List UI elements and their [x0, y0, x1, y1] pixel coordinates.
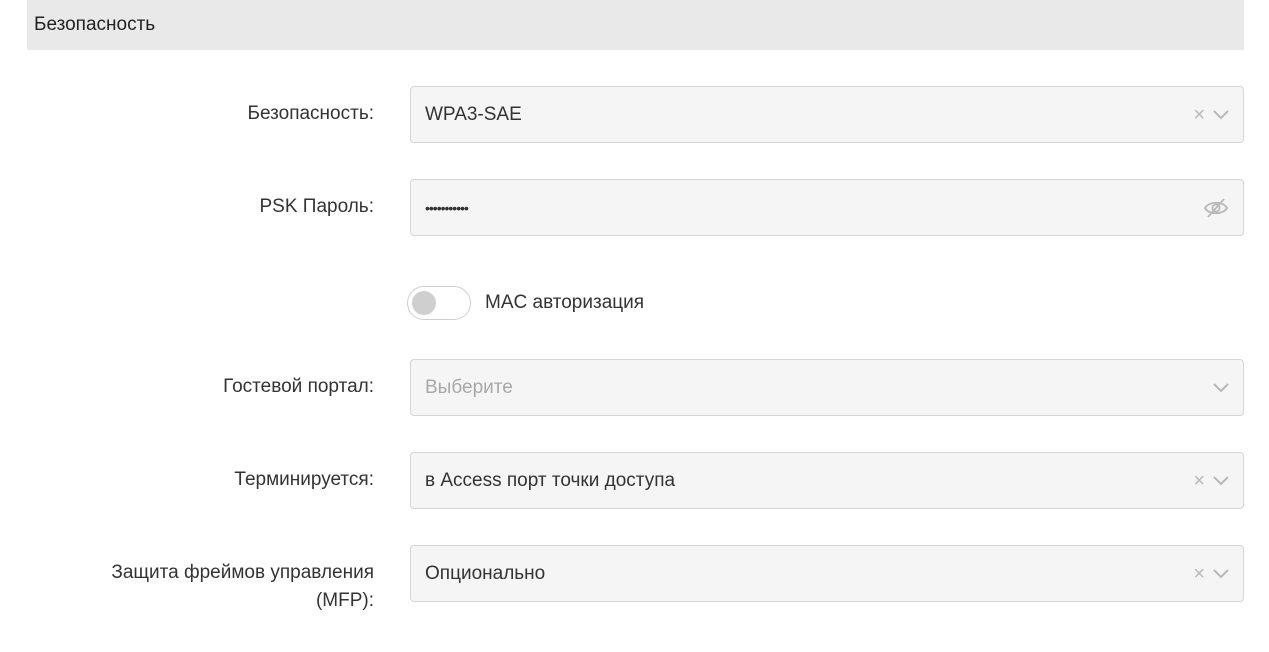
security-value: WPA3-SAE: [425, 103, 522, 125]
chevron-down-icon[interactable]: [1213, 109, 1229, 120]
mfp-row: Защита фреймов управления (MFP): Опциона…: [0, 545, 1269, 611]
clear-icon[interactable]: ×: [1193, 564, 1205, 584]
terminated-select[interactable]: в Access порт точки доступа ×: [410, 452, 1244, 509]
mfp-label: Защита фреймов управления (MFP):: [34, 559, 374, 615]
eye-off-icon[interactable]: [1203, 197, 1229, 219]
mfp-label-line2: (MFP):: [315, 590, 374, 611]
chevron-down-icon[interactable]: [1213, 568, 1229, 579]
terminated-label: Терминируется:: [234, 469, 374, 490]
clear-icon[interactable]: ×: [1193, 471, 1205, 491]
toggle-knob: [412, 291, 436, 315]
chevron-down-icon[interactable]: [1213, 382, 1229, 393]
psk-password-row: PSK Пароль: •••••••••••: [0, 179, 1269, 236]
clear-icon[interactable]: ×: [1193, 105, 1205, 125]
psk-password-input[interactable]: •••••••••••: [410, 179, 1244, 236]
chevron-down-icon[interactable]: [1213, 475, 1229, 486]
guest-portal-label: Гостевой портал:: [223, 376, 374, 397]
mac-auth-toggle[interactable]: [407, 286, 471, 320]
mfp-value: Опционально: [425, 562, 546, 584]
security-label: Безопасность:: [247, 103, 374, 124]
mac-auth-label: MAC авторизация: [485, 292, 645, 313]
terminated-value: в Access порт точки доступа: [425, 469, 676, 491]
psk-password-value: •••••••••••: [425, 199, 469, 216]
psk-password-label: PSK Пароль:: [259, 196, 374, 217]
security-row: Безопасность: WPA3-SAE ×: [0, 86, 1269, 143]
guest-portal-select[interactable]: Выберите: [410, 359, 1244, 416]
mac-auth-row: MAC авторизация: [407, 286, 644, 320]
security-select[interactable]: WPA3-SAE ×: [410, 86, 1244, 143]
guest-portal-placeholder: Выберите: [425, 376, 513, 398]
terminated-row: Терминируется: в Access порт точки досту…: [0, 452, 1269, 509]
section-header: Безопасность: [27, 0, 1244, 50]
mfp-label-line1: Защита фреймов управления: [111, 562, 374, 583]
guest-portal-row: Гостевой портал: Выберите: [0, 359, 1269, 416]
section-title: Безопасность: [34, 14, 156, 35]
mfp-select[interactable]: Опционально ×: [410, 545, 1244, 602]
